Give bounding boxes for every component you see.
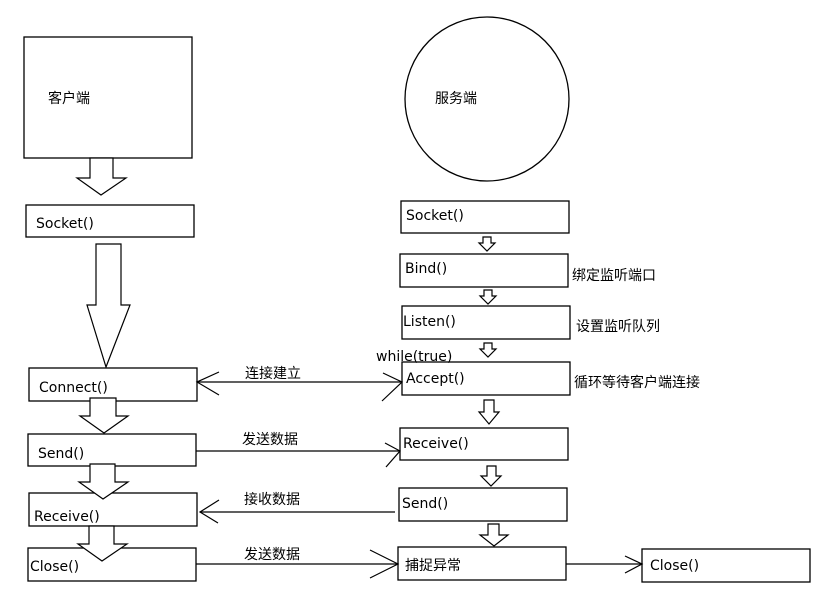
block-arrow-down [86,243,131,369]
block-arrow-down [477,399,501,425]
block-arrow-down [479,465,503,487]
server-send-label: Send() [402,496,448,512]
client-send-label: Send() [38,446,84,462]
server-node [404,16,570,182]
server-listen-label: Listen() [403,314,456,330]
block-arrow-down [75,157,128,196]
client-close-label: Close() [30,559,79,575]
block-arrow-down [78,397,130,434]
listen-note: 设置监听队列 [576,319,660,335]
send-message: 发送数据 [242,432,298,448]
close-message: 发送数据 [244,547,300,563]
block-arrow-down [477,236,497,252]
arrowhead-left [195,371,220,396]
accept-note: 循环等待客户端连接 [574,374,700,391]
server-bind-label: Bind() [405,261,447,277]
block-arrow-down [478,523,510,547]
client-socket-label: Socket() [36,216,94,232]
connect-message: 连接建立 [245,365,301,382]
client-connect-label: Connect() [39,380,108,396]
server-catch-exception-label: 捕捉异常 [405,558,461,574]
server-title: 服务端 [435,91,477,107]
server-close-label: Close() [650,558,699,574]
block-arrow-down [478,289,498,305]
arrowhead-right [384,442,401,468]
client-title: 客户端 [48,90,90,107]
client-receive-label: Receive() [34,509,100,525]
block-arrow-down [478,342,498,358]
socket-flow-diagram: 客户端 服务端 Socket() Connect() Send() Receiv… [23,16,811,583]
bind-note: 绑定监听端口 [572,268,656,284]
arrowhead-right [381,372,404,402]
server-accept-label: Accept() [406,371,465,387]
server-socket-label: Socket() [406,208,464,224]
server-receive-label: Receive() [403,436,469,452]
loop-note: while(true) [376,349,452,365]
receive-message: 接收数据 [244,491,300,508]
